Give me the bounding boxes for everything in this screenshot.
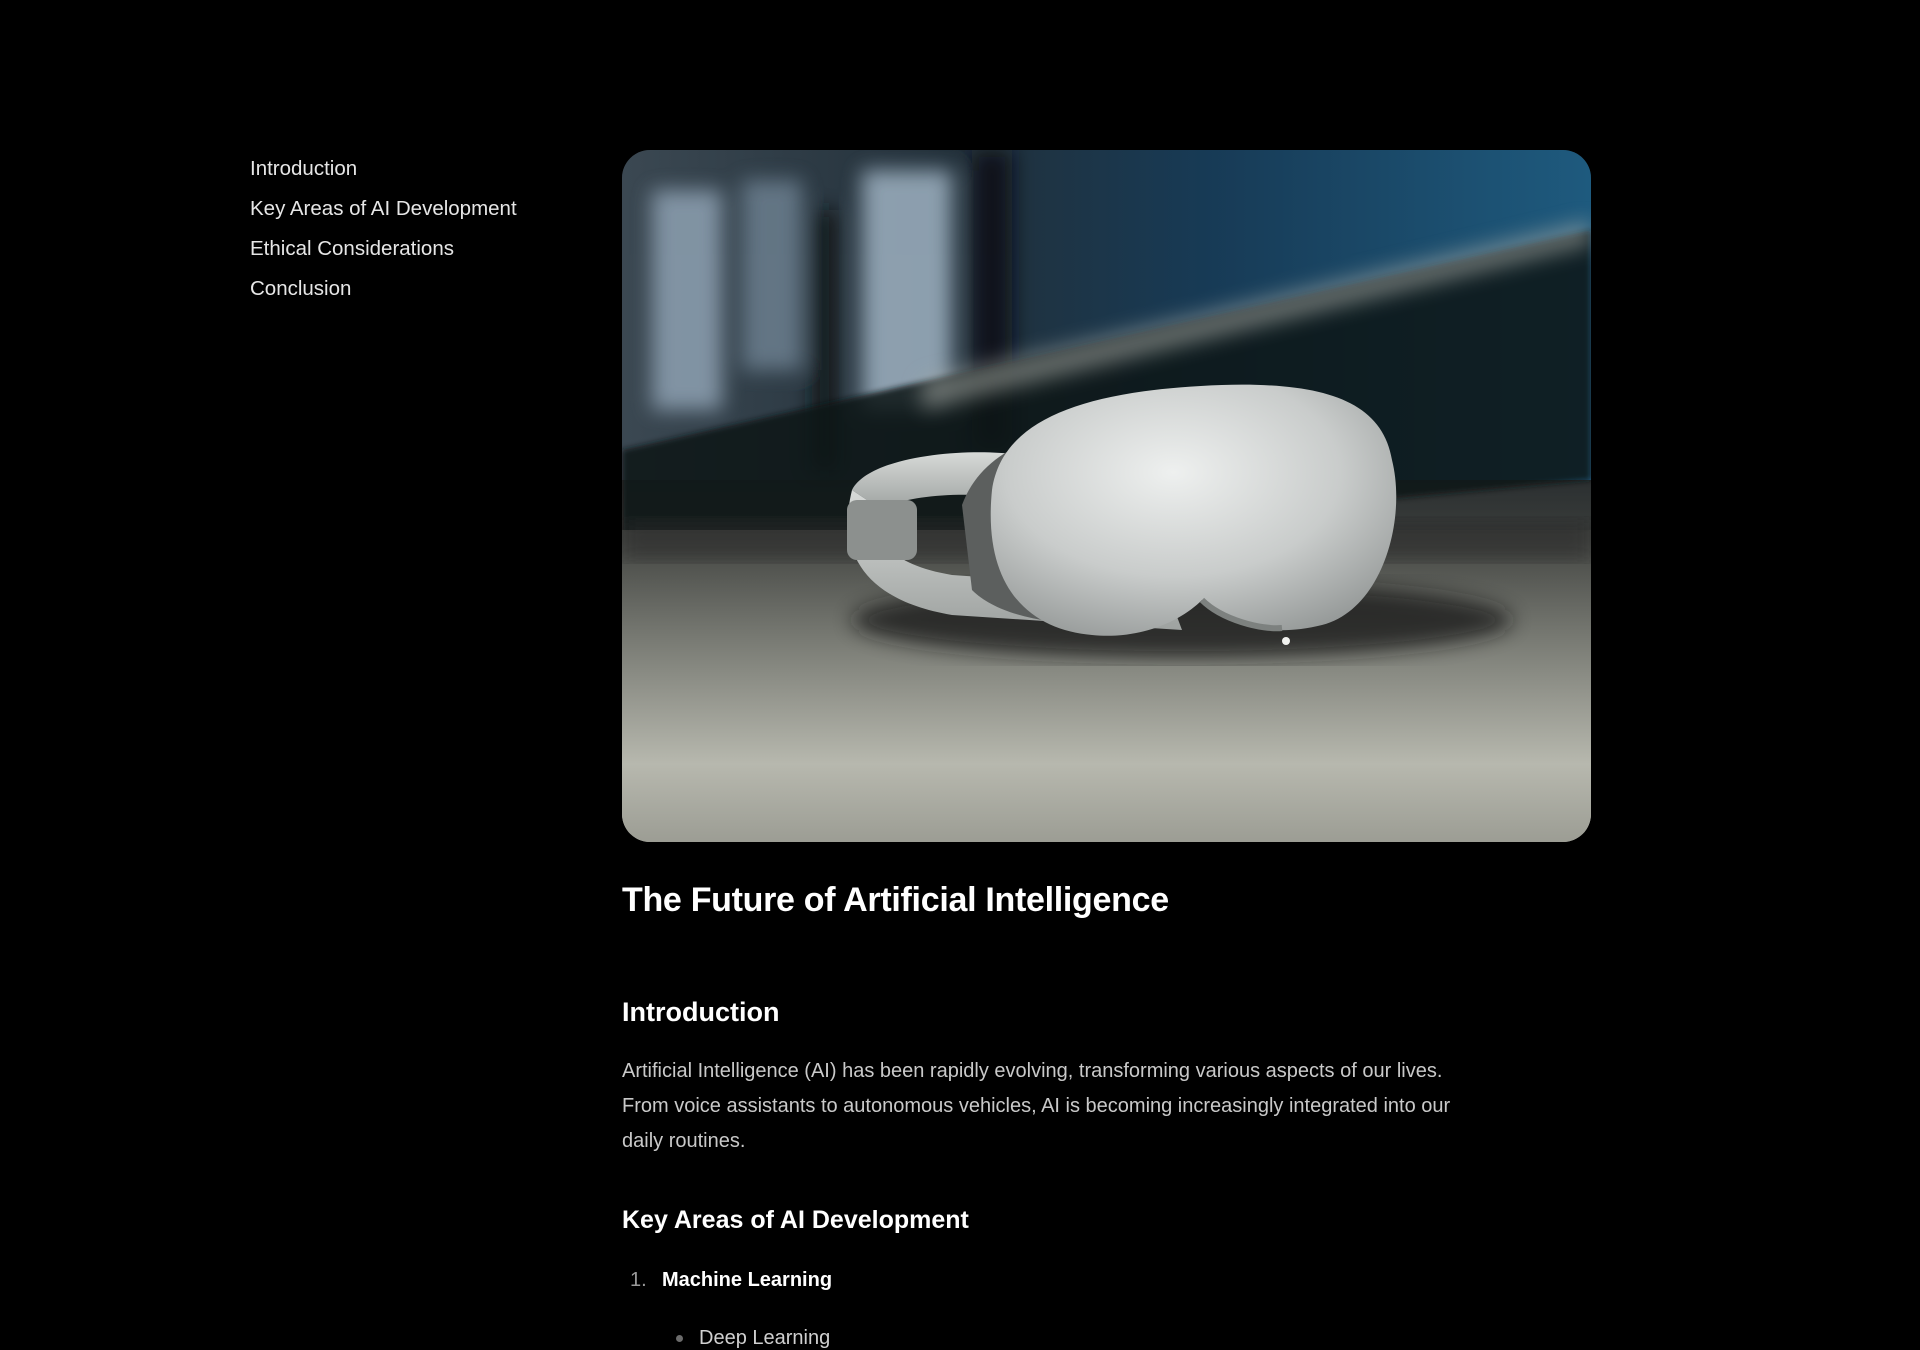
key-areas-heading: Key Areas of AI Development [622,1206,969,1234]
vr-headset-illustration [622,150,1591,842]
toc-item-key-areas[interactable]: Key Areas of AI Development [250,192,570,232]
article-title: The Future of Artificial Intelligence [622,881,1169,919]
article: The Future of Artificial Intelligence In… [622,870,1522,1349]
bullet-icon [676,1334,683,1342]
list-item: 1. Machine Learning [622,1262,832,1298]
intro-paragraph: Artificial Intelligence (AI) has been ra… [622,1060,1451,1152]
toc-item-conclusion[interactable]: Conclusion [250,272,570,312]
intro-heading: Introduction [622,997,780,1027]
toc-list: Introduction Key Areas of AI Development… [250,152,570,312]
toc-item-ethical-considerations[interactable]: Ethical Considerations [250,232,570,272]
sub-list-item: Deep Learning [662,1320,830,1350]
key-areas-list: 1. Machine Learning [622,1262,832,1298]
page: Introduction Key Areas of AI Development… [0,0,1920,1350]
list-item-label: Machine Learning [662,1269,833,1291]
sub-list: Deep Learning [662,1320,830,1350]
toc-item-introduction[interactable]: Introduction [250,152,570,192]
list-marker: 1. [630,1269,647,1291]
sub-list-item-label: Deep Learning [699,1327,831,1349]
hero-image [622,150,1591,842]
